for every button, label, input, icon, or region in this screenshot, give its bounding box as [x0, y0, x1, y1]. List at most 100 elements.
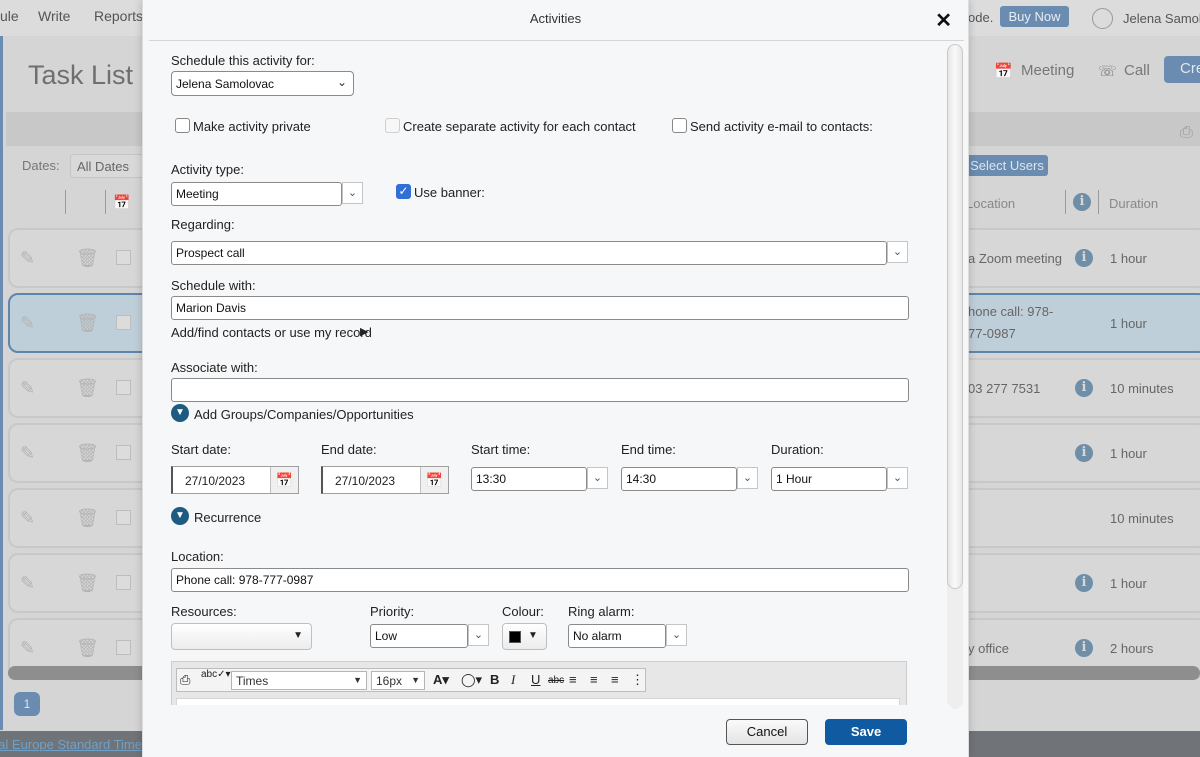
end-date-value: 27/10/2023 [335, 474, 396, 488]
send-email-label: Send activity e-mail to contacts: [690, 119, 873, 134]
strikethrough-button[interactable]: abc [548, 675, 564, 686]
separate-activity-checkbox[interactable] [385, 118, 400, 133]
pencil-icon[interactable]: ✎ [20, 573, 35, 594]
priority-dropdown[interactable]: ⌄ [468, 624, 489, 646]
text-color-button[interactable]: A▾ [433, 672, 449, 688]
end-date-field[interactable]: 27/10/2023 📅 [321, 466, 449, 494]
pencil-icon[interactable]: ✎ [20, 638, 35, 659]
pencil-icon[interactable]: ✎ [20, 313, 35, 334]
page-1-button[interactable]: 1 [14, 692, 40, 716]
schedule-for-select[interactable]: Jelena Samolovac ⌄ [171, 71, 354, 96]
associate-with-input[interactable] [171, 378, 909, 402]
trash-icon[interactable]: 🗑 [76, 378, 99, 399]
schedule-with-input[interactable]: Marion Davis [171, 296, 909, 320]
align-left-icon[interactable]: ≡ [569, 672, 577, 687]
info-icon[interactable]: i [1075, 574, 1093, 592]
column-header-duration[interactable]: Duration [1109, 196, 1158, 211]
add-groups-link[interactable]: Add Groups/Companies/Opportunities [194, 407, 414, 422]
trash-icon[interactable]: 🗑 [76, 638, 99, 659]
user-name[interactable]: Jelena Samolovac [1123, 11, 1200, 26]
resources-select[interactable]: ▼ [171, 623, 312, 650]
triangle-right-icon[interactable]: ▶ [360, 325, 368, 338]
pencil-icon[interactable]: ✎ [20, 443, 35, 464]
use-banner-checkbox[interactable]: ✓ [396, 184, 411, 199]
bullet-list-icon[interactable]: ⋮ [631, 672, 644, 688]
cancel-button[interactable]: Cancel [726, 719, 808, 745]
start-date-field[interactable]: 27/10/2023 📅 [171, 466, 299, 494]
buy-now-button[interactable]: Buy Now [1000, 6, 1069, 27]
ring-alarm-dropdown[interactable]: ⌄ [666, 624, 687, 646]
font-family-select[interactable]: Times ▼ [231, 671, 367, 690]
row-checkbox[interactable] [116, 380, 131, 395]
make-private-checkbox[interactable] [175, 118, 190, 133]
pencil-icon[interactable]: ✎ [20, 378, 35, 399]
row-checkbox[interactable] [116, 250, 131, 265]
row-checkbox[interactable] [116, 445, 131, 460]
row-checkbox[interactable] [116, 315, 131, 330]
notes-editor: ⎙ abc✓▾ Times ▼ 16px ▼ A▾ ◯▾ B I U abc ≡ ≡… [171, 661, 907, 712]
trash-icon[interactable]: 🗑 [76, 443, 99, 464]
trash-icon[interactable]: 🗑 [76, 573, 99, 594]
user-avatar-icon[interactable] [1092, 8, 1113, 29]
info-icon[interactable]: i [1075, 639, 1093, 657]
dates-select[interactable]: All Dates [70, 154, 150, 178]
expand-chevron-icon[interactable]: ▼ [171, 404, 189, 422]
expand-chevron-icon[interactable]: ▼ [171, 507, 189, 525]
info-icon[interactable]: i [1075, 249, 1093, 267]
end-time-label: End time: [621, 442, 676, 457]
regarding-input[interactable]: Prospect call [171, 241, 887, 265]
row-location-line2: 77-0987 [968, 326, 1016, 341]
nav-schedule[interactable]: ule [0, 8, 19, 24]
recurrence-link[interactable]: Recurrence [194, 510, 261, 525]
column-header-location[interactable]: Location [966, 196, 1015, 211]
priority-input[interactable]: Low [370, 624, 468, 648]
close-icon[interactable]: ✕ [935, 8, 952, 33]
add-find-contacts-link[interactable]: Add/find contacts or use my record [171, 325, 372, 340]
spellcheck-icon[interactable]: abc✓▾ [201, 669, 231, 680]
create-button[interactable]: Create [1164, 56, 1200, 83]
end-time-dropdown[interactable]: ⌄ [737, 467, 758, 489]
align-right-icon[interactable]: ≡ [611, 672, 619, 687]
end-time-input[interactable]: 14:30 [621, 467, 737, 491]
trash-icon[interactable]: 🗑 [76, 248, 99, 269]
font-size-select[interactable]: 16px ▼ [371, 671, 425, 690]
start-time-dropdown[interactable]: ⌄ [587, 467, 608, 489]
duration-dropdown[interactable]: ⌄ [887, 467, 908, 489]
location-input[interactable]: Phone call: 978-777-0987 [171, 568, 909, 592]
timezone-link[interactable]: Central Europe Standard Time [0, 737, 142, 752]
calendar-icon[interactable]: 📅 [420, 467, 448, 493]
info-icon[interactable]: i [1075, 379, 1093, 397]
activity-type-input[interactable]: Meeting [171, 182, 342, 206]
row-checkbox[interactable] [116, 575, 131, 590]
print-icon[interactable]: ⎙ [180, 672, 190, 688]
printer-icon[interactable]: ⎙ [1180, 124, 1193, 142]
nav-write[interactable]: Write [38, 8, 70, 24]
send-email-checkbox[interactable] [672, 118, 687, 133]
start-time-input[interactable]: 13:30 [471, 467, 587, 491]
call-button[interactable]: Call [1124, 62, 1150, 79]
pencil-icon[interactable]: ✎ [20, 508, 35, 529]
bold-button[interactable]: B [490, 672, 499, 687]
italic-button[interactable]: I [511, 672, 515, 688]
pencil-icon[interactable]: ✎ [20, 248, 35, 269]
vertical-scrollbar[interactable] [947, 44, 963, 589]
nav-reports[interactable]: Reports [94, 8, 143, 24]
meeting-button[interactable]: Meeting [1021, 62, 1074, 79]
ring-alarm-input[interactable]: No alarm [568, 624, 666, 648]
row-checkbox[interactable] [116, 510, 131, 525]
duration-input[interactable]: 1 Hour [771, 467, 887, 491]
info-icon[interactable]: i [1075, 444, 1093, 462]
regarding-dropdown[interactable]: ⌄ [887, 241, 908, 263]
save-button[interactable]: Save [825, 719, 907, 745]
calendar-icon[interactable]: 📅 [270, 467, 298, 493]
underline-button[interactable]: U [531, 672, 540, 687]
row-location: y office [968, 641, 1009, 656]
activity-type-dropdown[interactable]: ⌄ [342, 182, 363, 204]
highlight-color-button[interactable]: ◯▾ [461, 672, 482, 688]
row-checkbox[interactable] [116, 640, 131, 655]
align-center-icon[interactable]: ≡ [590, 672, 598, 687]
trash-icon[interactable]: 🗑 [76, 508, 99, 529]
trash-icon[interactable]: 🗑 [76, 313, 99, 334]
colour-picker[interactable]: ▼ [502, 623, 547, 650]
select-users-button[interactable]: Select Users [966, 155, 1048, 176]
